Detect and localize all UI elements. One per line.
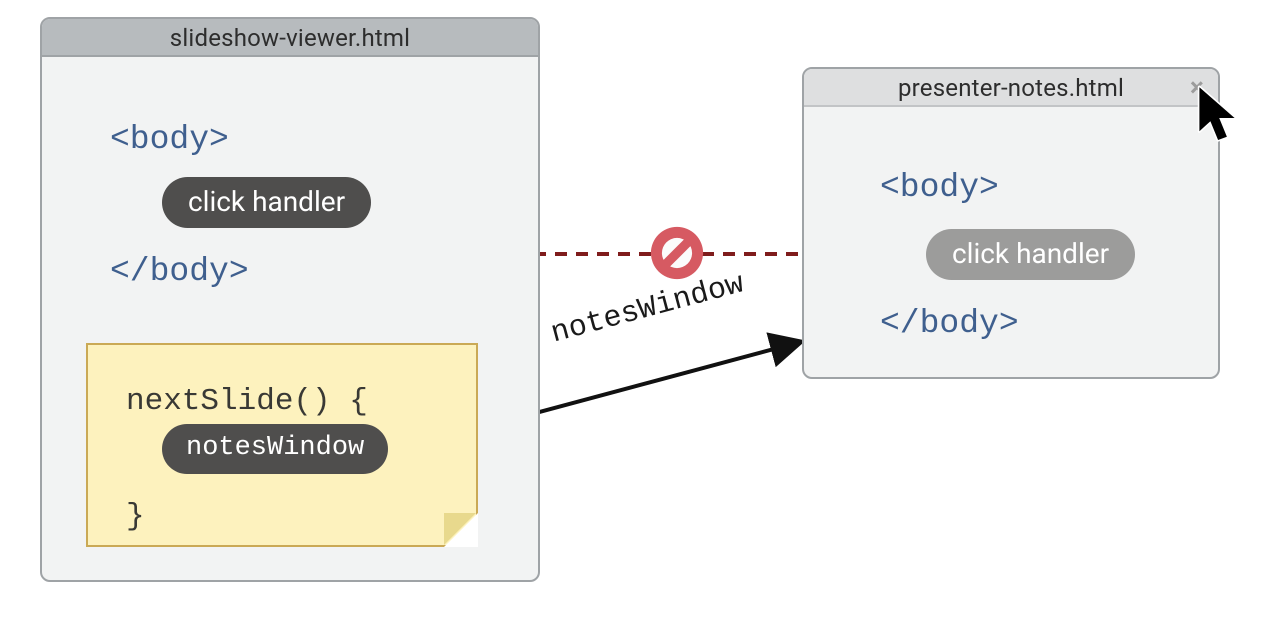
code-line-close: }	[126, 488, 368, 545]
diagram-stage: slideshow-viewer.html <body> click handl…	[0, 0, 1280, 623]
body-close-tag: </body>	[880, 305, 1019, 342]
window-presenter-notes: presenter-notes.html × <body> click hand…	[802, 67, 1220, 379]
window-title: presenter-notes.html ×	[804, 69, 1218, 107]
window-title-text: presenter-notes.html	[898, 74, 1124, 102]
body-open-tag: <body>	[880, 169, 999, 206]
close-icon[interactable]: ×	[1190, 72, 1204, 104]
body-close-tag: </body>	[110, 253, 249, 290]
click-handler-pill: click handler	[162, 177, 371, 228]
click-handler-pill: click handler	[926, 229, 1135, 280]
notes-window-pill: notesWindow	[162, 424, 388, 474]
body-open-tag: <body>	[110, 121, 229, 158]
code-note: nextSlide() { } notesWindow	[86, 343, 478, 547]
window-title: slideshow-viewer.html	[42, 19, 538, 57]
no-entry-icon	[648, 224, 706, 282]
code-line-open: nextSlide() {	[126, 373, 368, 430]
